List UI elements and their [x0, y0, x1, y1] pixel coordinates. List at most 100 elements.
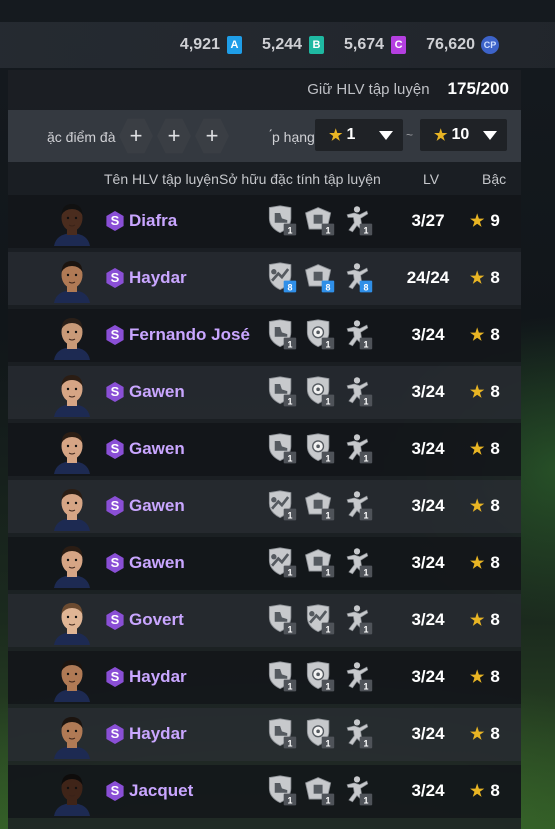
coach-avatar: [54, 489, 90, 531]
coach-tier: ★ 8: [470, 496, 500, 516]
shield-boot-icon[interactable]: 1: [264, 375, 298, 409]
column-header-traits[interactable]: Sở hữu đặc tính tập luyện: [219, 171, 381, 187]
player-run-icon[interactable]: 1: [340, 204, 374, 238]
coach-capacity: Giữ HLV tập luyện 175/200: [8, 70, 521, 108]
coach-tier-value: 8: [490, 496, 500, 515]
player-run-icon[interactable]: 1: [340, 717, 374, 751]
trait-level: 1: [325, 454, 330, 464]
shield-boot-icon[interactable]: 1: [264, 432, 298, 466]
coach-tier: ★ 8: [470, 382, 500, 402]
coach-tier: ★ 8: [470, 325, 500, 345]
jersey-box-icon[interactable]: 1: [302, 546, 336, 580]
filter-bar: ặc điểm đà + + + ́p hạng ★ 1 ~ ★ 10: [8, 110, 521, 162]
coach-row[interactable]: S Fernando José 1 1 1 3/24 ★ 8: [8, 309, 521, 362]
jersey-box-icon[interactable]: 1: [302, 489, 336, 523]
coach-row[interactable]: S Gawen 1 1 1 3/24 ★ 8: [8, 366, 521, 419]
shield-ball-icon[interactable]: 1: [302, 717, 336, 751]
coach-tier: ★ 8: [470, 553, 500, 573]
column-header-lv[interactable]: LV: [423, 171, 439, 187]
shield-boot-icon[interactable]: 1: [264, 318, 298, 352]
coach-tier-value: 8: [490, 781, 500, 800]
add-trait-filter-button[interactable]: +: [195, 118, 229, 154]
trait-level: 8: [287, 283, 292, 293]
coach-tier-value: 8: [490, 439, 500, 458]
coach-row[interactable]: S Haydar 1 1 1 3/24 ★ 8: [8, 708, 521, 761]
jersey-box-icon[interactable]: 1: [302, 774, 336, 808]
player-run-icon[interactable]: 1: [340, 318, 374, 352]
shield-boot-icon[interactable]: 1: [264, 204, 298, 238]
tackle-icon[interactable]: 1: [264, 489, 298, 523]
rank-to-dropdown[interactable]: ★ 10: [420, 119, 507, 151]
trait-level: 1: [287, 226, 292, 236]
grade-badge-icon: S: [106, 382, 124, 402]
coach-tier-value: 8: [490, 667, 500, 686]
trait-level: 1: [287, 625, 292, 635]
jersey-box-icon[interactable]: 1: [302, 204, 336, 238]
coach-name: Gawen: [129, 553, 185, 572]
coach-level: 3/24: [411, 724, 445, 743]
trait-filter-label: ặc điểm đà: [47, 129, 116, 145]
grade-badge-icon: S: [106, 553, 124, 573]
coach-row[interactable]: S Diafra 1 1 1 3/27 ★ 9: [8, 195, 521, 248]
trait-level: 1: [287, 568, 292, 578]
shield-boot-icon[interactable]: 1: [264, 603, 298, 637]
add-trait-filter-button[interactable]: +: [119, 118, 153, 154]
rank-from-dropdown[interactable]: ★ 1: [315, 119, 403, 151]
coach-avatar: [54, 717, 90, 759]
currency-value: 4,921: [179, 36, 220, 53]
trait-level: 1: [325, 226, 330, 236]
shield-ball-icon[interactable]: 1: [302, 318, 336, 352]
shield-boot-icon[interactable]: 1: [264, 660, 298, 694]
coach-tier-value: 8: [490, 724, 500, 743]
tackle-icon[interactable]: 1: [302, 603, 336, 637]
tackle-icon[interactable]: 8: [264, 261, 298, 295]
shield-ball-icon[interactable]: 1: [302, 375, 336, 409]
coach-row[interactable]: S Gawen 1 1 1 3/24 ★ 8: [8, 423, 521, 476]
star-icon: ★: [470, 441, 485, 458]
player-run-icon[interactable]: 1: [340, 489, 374, 523]
column-header-tier[interactable]: Bậc: [482, 171, 506, 187]
shield-boot-icon[interactable]: 1: [264, 717, 298, 751]
trait-level: 1: [325, 511, 330, 521]
player-run-icon[interactable]: 1: [340, 774, 374, 808]
coach-level: 3/24: [411, 439, 445, 458]
trait-level: 1: [363, 682, 368, 692]
trait-level: 1: [287, 397, 292, 407]
coach-row[interactable]: S Haydar 8 8 8 24/24 ★ 8: [8, 252, 521, 305]
trait-level: 1: [363, 397, 368, 407]
coach-tier-value: 8: [490, 268, 500, 287]
coach-row[interactable]: S Haydar 1 1 1 3/24 ★ 8: [8, 651, 521, 704]
trait-level: 1: [287, 739, 292, 749]
trait-level: 1: [325, 568, 330, 578]
player-run-icon[interactable]: 1: [340, 375, 374, 409]
shield-ball-icon[interactable]: 1: [302, 660, 336, 694]
coach-tier-value: 8: [490, 382, 500, 401]
coach-traits: 1 1 1: [264, 774, 384, 810]
coach-tier: ★ 8: [470, 724, 500, 744]
player-run-icon[interactable]: 1: [340, 432, 374, 466]
currency-item: 5,674 C: [344, 36, 407, 54]
add-trait-filter-button[interactable]: +: [157, 118, 191, 154]
player-run-icon[interactable]: 1: [340, 603, 374, 637]
player-run-icon[interactable]: 1: [340, 546, 374, 580]
coach-traits: 1 1 1: [264, 546, 384, 582]
shield-ball-icon[interactable]: 1: [302, 432, 336, 466]
trait-level: 1: [287, 511, 292, 521]
coach-traits: 1 1 1: [264, 204, 384, 240]
shield-boot-icon[interactable]: 1: [264, 774, 298, 808]
coach-row[interactable]: S Gawen 1 1 1 3/24 ★ 8: [8, 480, 521, 533]
coach-traits: 1 1 1: [264, 489, 384, 525]
coach-row[interactable]: S Govert 1 1 1 3/24 ★ 8: [8, 594, 521, 647]
star-icon: ★: [434, 127, 448, 144]
tackle-icon[interactable]: 1: [264, 546, 298, 580]
player-run-icon[interactable]: 1: [340, 660, 374, 694]
column-header-name[interactable]: Tên HLV tập luyện: [104, 171, 219, 187]
jersey-box-icon[interactable]: 8: [302, 261, 336, 295]
coach-avatar: [54, 375, 90, 417]
player-run-icon[interactable]: 8: [340, 261, 374, 295]
coach-row[interactable]: S Gawen 1 1 1 3/24 ★ 8: [8, 537, 521, 590]
currency-value: 76,620: [426, 36, 475, 53]
star-icon: ★: [470, 384, 485, 401]
star-icon: ★: [470, 213, 485, 230]
coach-row[interactable]: S Jacquet 1 1 1 3/24 ★ 8: [8, 765, 521, 818]
